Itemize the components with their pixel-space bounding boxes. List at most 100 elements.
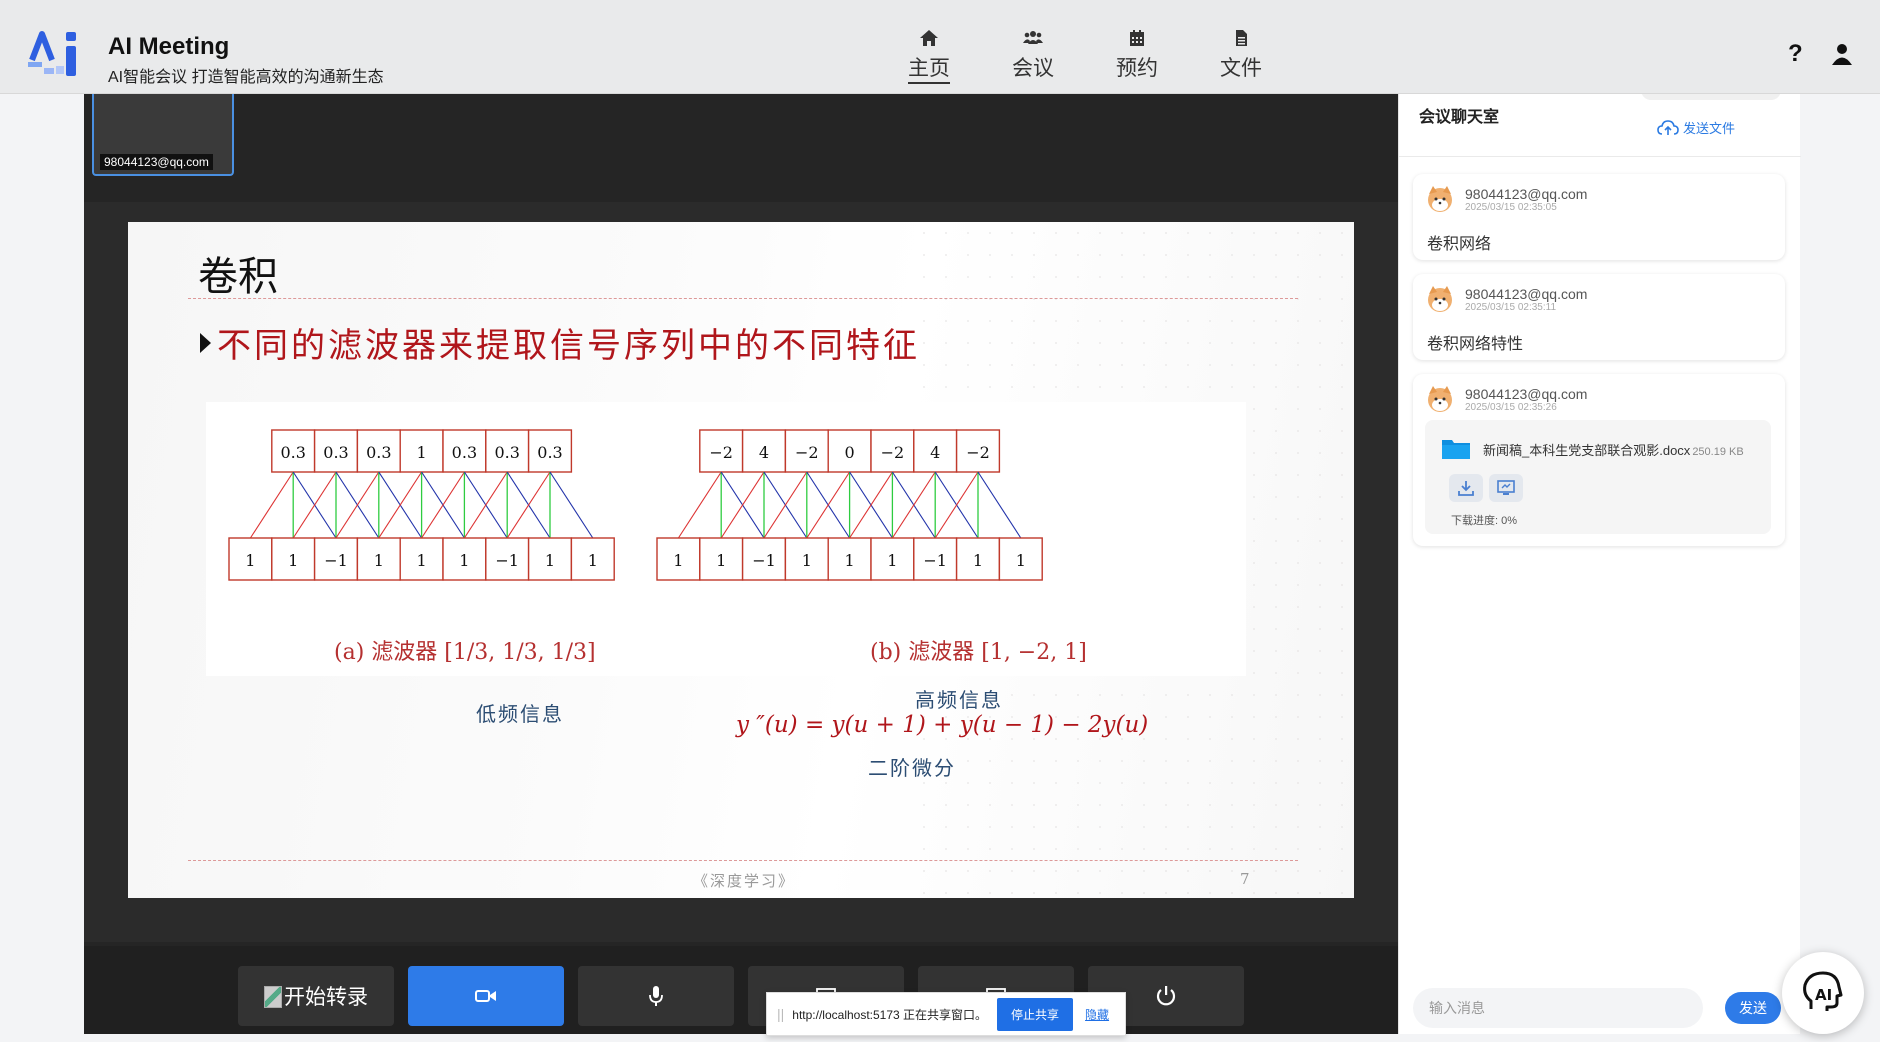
right-filter-output-value: −2 <box>795 443 819 462</box>
calendar-icon <box>1130 30 1144 46</box>
send-file-label: 发送文件 <box>1683 121 1736 136</box>
left-filter-output-value: 0.3 <box>280 443 305 462</box>
left-filter-input-value: 1 <box>588 551 598 570</box>
start-transcription-label: 开始转录 <box>284 986 368 1009</box>
nav-files[interactable]: 文件 <box>1211 28 1271 82</box>
chat-title: 会议聊天室 <box>1419 109 1500 126</box>
left-filter-input-value: −1 <box>324 551 348 570</box>
right-filter-output-value: 4 <box>759 443 769 462</box>
ai-assistant-button[interactable]: AI <box>1782 952 1864 1034</box>
left-filter-input-value: 1 <box>374 551 384 570</box>
message-sender: 98044123@qq.com <box>1465 186 1588 202</box>
shared-slide: 卷积 不同的滤波器来提取信号序列中的不同特征 0.3 0.3 0.3 1 0.3 0.3 0… <box>128 222 1354 898</box>
drag-handle-icon[interactable]: || <box>777 1006 784 1022</box>
left-filter-output-value: 0.3 <box>366 443 391 462</box>
users-icon <box>1023 31 1043 44</box>
message-sender: 98044123@qq.com <box>1465 386 1588 402</box>
video-camera-icon <box>475 990 496 1002</box>
nav-files-label: 文件 <box>1220 57 1262 80</box>
slide-bullet-text: 不同的滤波器来提取信号序列中的不同特征 <box>217 326 920 366</box>
second-derivative-formula: y ″(u) = y(u + 1) + y(u − 1) − 2y(u) <box>736 712 1149 738</box>
hide-sharing-bar-link[interactable]: 隐藏 <box>1085 1006 1109 1023</box>
right-filter-output-value: 0 <box>845 443 855 462</box>
preview-file-button[interactable] <box>1489 474 1523 502</box>
chat-panel: 会议聊天室 发送文件 98044123@qq.com 2025/03/15 02… <box>1398 84 1801 1034</box>
right-filter-edge-left <box>677 471 722 539</box>
screen-sharing-bar: || http://localhost:5173 正在共享窗口。 停止共享 隐藏 <box>766 992 1126 1036</box>
camera-toggle-button[interactable] <box>408 966 564 1026</box>
right-filter-output-value: −2 <box>881 443 905 462</box>
left-filter-input-value: 1 <box>245 551 255 570</box>
right-filter-output-value: 4 <box>930 443 940 462</box>
message-timestamp: 2025/03/15 02:35:11 <box>1465 302 1557 313</box>
meeting-controls: 开始转录 <box>84 946 1398 1034</box>
app-title: AI Meeting <box>108 33 230 60</box>
nav-meeting-label: 会议 <box>1012 57 1054 80</box>
monitor-preview-icon <box>1497 480 1515 495</box>
slide-page-number: 7 <box>1240 870 1250 888</box>
right-filter-input-value: 1 <box>673 551 683 570</box>
cloud-upload-icon <box>1657 119 1679 135</box>
folder-icon <box>1442 440 1470 459</box>
left-filter-input-value: 1 <box>288 551 298 570</box>
right-filter-input-value: 1 <box>802 551 812 570</box>
help-icon[interactable]: ? <box>1788 40 1803 68</box>
chat-message-input[interactable] <box>1413 988 1703 1028</box>
home-icon <box>920 30 938 46</box>
left-filter-output-value: 0.3 <box>537 443 562 462</box>
participant-label: 98044123@qq.com <box>100 154 213 170</box>
nav-meeting[interactable]: 会议 <box>1003 28 1063 82</box>
right-filter-input-value: 1 <box>1016 551 1026 570</box>
note-high-frequency: 高频信息 <box>915 688 1003 712</box>
stop-sharing-button[interactable]: 停止共享 <box>997 997 1074 1031</box>
right-filter-edge-right <box>977 471 1022 539</box>
bullet-triangle-icon <box>200 333 211 353</box>
right-filter-input-value: −1 <box>923 551 947 570</box>
right-filter-input-value: 1 <box>716 551 726 570</box>
right-filter-output-value: −2 <box>709 443 733 462</box>
app-header: AI Meeting AI智能会议 打造智能高效的沟通新生态 主页 会议 预约 … <box>0 0 1880 94</box>
left-filter-output-value: 0.3 <box>323 443 348 462</box>
ai-assistant-icon: AI <box>1803 971 1843 1011</box>
nav-booking[interactable]: 预约 <box>1107 28 1167 82</box>
chat-message: 98044123@qq.com 2025/03/15 02:35:05 卷积网络 <box>1413 174 1785 260</box>
file-icon <box>1236 30 1247 46</box>
caption-left: (a) 滤波器 [1/3, 1/3, 1/3] <box>334 640 596 665</box>
user-icon[interactable] <box>1830 42 1854 66</box>
left-filter-output-value: 1 <box>417 443 427 462</box>
nav-home-label: 主页 <box>908 57 950 84</box>
left-filter-edge-right <box>549 471 594 539</box>
right-filter-input-value: 1 <box>887 551 897 570</box>
message-timestamp: 2025/03/15 02:35:05 <box>1465 202 1557 213</box>
send-message-button[interactable]: 发送 <box>1725 992 1781 1024</box>
file-size: 250.19 KB <box>1692 446 1744 458</box>
slide-bottom-divider <box>188 860 1298 861</box>
avatar <box>1428 286 1452 312</box>
right-filter-input-value: 1 <box>845 551 855 570</box>
download-file-button[interactable] <box>1449 474 1483 502</box>
power-icon <box>1156 986 1176 1006</box>
start-transcription-button[interactable]: 开始转录 <box>238 966 394 1026</box>
left-filter-edge-left <box>249 471 294 539</box>
sharing-status-text: http://localhost:5173 正在共享窗口。 <box>792 1007 988 1022</box>
participant-thumbnail[interactable]: 98044123@qq.com <box>92 94 234 176</box>
microphone-icon <box>649 986 663 1006</box>
note-second-derivative: 二阶微分 <box>868 756 956 780</box>
avatar <box>1428 386 1452 412</box>
slide-bullet: 不同的滤波器来提取信号序列中的不同特征 <box>200 318 920 367</box>
send-file-button[interactable]: 发送文件 <box>1657 118 1735 137</box>
chat-file-message: 98044123@qq.com 2025/03/15 02:35:26 新闻稿_… <box>1413 374 1785 546</box>
app-subtitle: AI智能会议 打造智能高效的沟通新生态 <box>108 69 384 86</box>
left-filter-output-value: 0.3 <box>494 443 519 462</box>
file-name-text: 新闻稿_本科生党支部联合观影.docx <box>1483 443 1691 458</box>
message-sender: 98044123@qq.com <box>1465 286 1588 302</box>
left-filter-input-value: 1 <box>545 551 555 570</box>
message-text: 卷积网络 <box>1427 236 1492 253</box>
avatar <box>1428 186 1452 212</box>
right-filter-input-value: 1 <box>973 551 983 570</box>
nav-home[interactable]: 主页 <box>899 28 959 84</box>
left-filter-output-value: 0.3 <box>452 443 477 462</box>
microphone-toggle-button[interactable] <box>578 966 734 1026</box>
left-filter-input-value: 1 <box>417 551 427 570</box>
nav-booking-label: 预约 <box>1116 57 1158 80</box>
